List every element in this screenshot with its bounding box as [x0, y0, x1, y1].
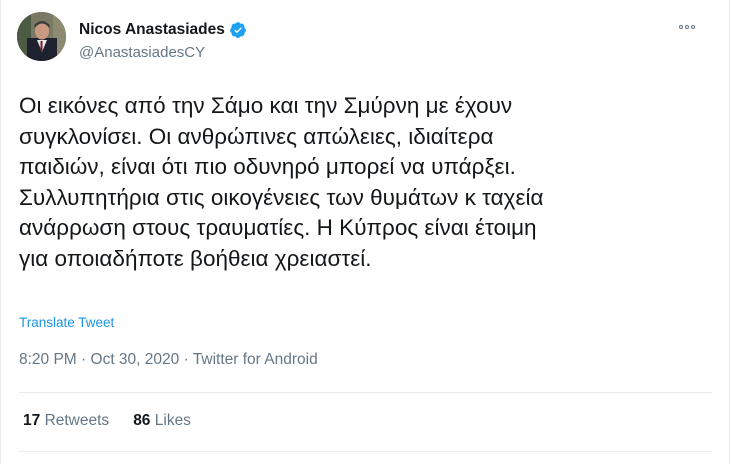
- author-display-name[interactable]: Nicos Anastasiades: [79, 21, 225, 39]
- tweet-card: Nicos Anastasiades @AnastasiadesCY Οι ει…: [0, 0, 730, 464]
- more-dot: [685, 25, 689, 29]
- avatar-photo: [17, 12, 66, 61]
- likes-stat[interactable]: 86 Likes: [133, 412, 191, 430]
- translate-tweet-link[interactable]: Translate Tweet: [19, 315, 114, 330]
- divider: [19, 451, 712, 452]
- retweets-label: Retweets: [44, 412, 110, 429]
- tweet-date[interactable]: Oct 30, 2020: [91, 351, 180, 368]
- meta-separator: ·: [81, 351, 91, 368]
- tweet-line: για οποιαδήποτε βοήθεια χρειαστεί.: [19, 245, 372, 271]
- author-handle[interactable]: @AnastasiadesCY: [79, 44, 205, 61]
- tweet-stats: 17 Retweets 86 Likes: [23, 412, 191, 430]
- tweet-time[interactable]: 8:20 PM: [19, 351, 77, 368]
- avatar[interactable]: [17, 12, 66, 61]
- author-name-row: Nicos Anastasiades: [79, 21, 247, 39]
- retweets-count: 17: [23, 412, 41, 429]
- likes-label: Likes: [154, 412, 191, 429]
- tweet-line: συγκλονίσει. Οι ανθρώπινες απώλειες, ιδι…: [19, 123, 494, 149]
- more-dot: [691, 25, 695, 29]
- more-dot: [679, 25, 683, 29]
- verified-badge-icon: [230, 22, 246, 38]
- tweet-text: Οι εικόνες από την Σάμο και την Σμύρνη μ…: [19, 91, 709, 275]
- tweet-meta: 8:20 PM · Oct 30, 2020 · Twitter for And…: [19, 351, 318, 369]
- tweet-line: ανάρρωση στους τραυματίες. Η Κύπρος είνα…: [19, 215, 537, 241]
- meta-separator: ·: [183, 351, 193, 368]
- more-options-icon[interactable]: [679, 22, 701, 32]
- divider: [19, 392, 712, 393]
- tweet-source[interactable]: Twitter for Android: [193, 351, 318, 368]
- retweets-stat[interactable]: 17 Retweets: [23, 412, 109, 430]
- likes-count: 86: [133, 412, 151, 429]
- tweet-line: παιδιών, είναι ότι πιο οδυνηρό μπορεί να…: [19, 154, 516, 180]
- tweet-line: Οι εικόνες από την Σάμο και την Σμύρνη μ…: [19, 93, 513, 118]
- tweet-line: Συλλυπητήρια στις οικογένειες των θυμάτω…: [19, 184, 544, 210]
